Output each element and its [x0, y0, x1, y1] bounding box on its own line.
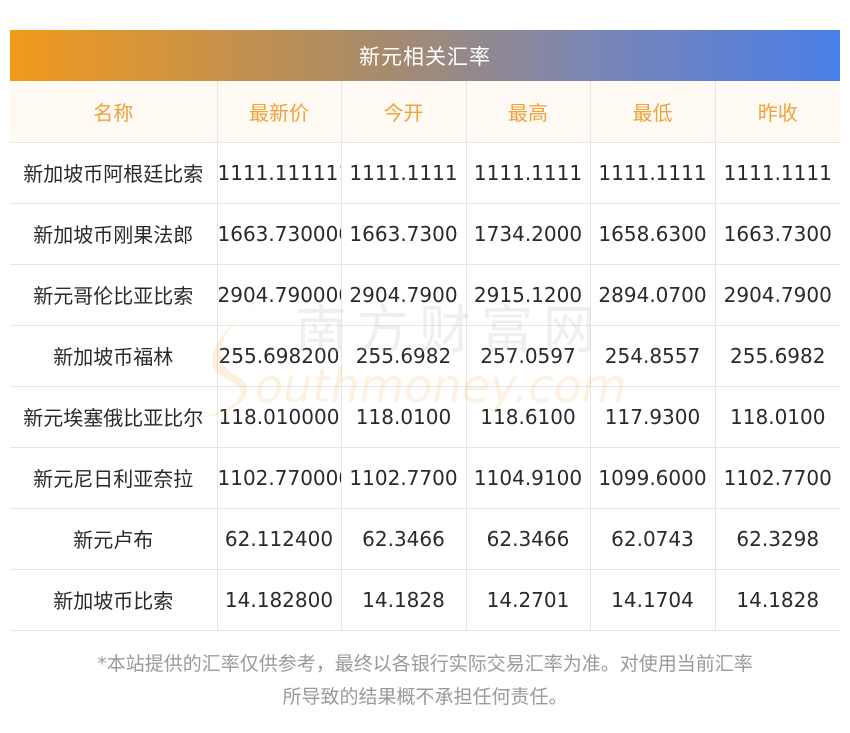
currency-name: 新加坡币阿根廷比索: [10, 142, 218, 204]
open-price: 14.1828: [341, 569, 467, 631]
low-price: 2894.0700: [590, 264, 716, 326]
disclaimer: *本站提供的汇率仅供参考，最终以各银行实际交易汇率为准。对使用当前汇率 所导致的…: [0, 648, 850, 714]
currency-name: 新加坡币福林: [10, 325, 218, 387]
exchange-rate-card: 新元相关汇率 名称 最新价 今开 最高 最低 昨收 新加坡币阿根廷比索 1111…: [10, 30, 840, 631]
currency-name: 新元尼日利亚奈拉: [10, 447, 218, 509]
open-price: 62.3466: [341, 508, 467, 570]
low-price: 1111.1111: [590, 142, 716, 204]
table-header-row: 名称 最新价 今开 最高 最低 昨收: [10, 81, 840, 143]
prev-close-price: 1663.7300: [715, 203, 840, 265]
header-low: 最低: [590, 81, 716, 143]
header-latest-price: 最新价: [217, 81, 342, 143]
header-name: 名称: [10, 81, 218, 143]
low-price: 1658.6300: [590, 203, 716, 265]
latest-price: 255.698200: [217, 325, 342, 387]
high-price: 62.3466: [466, 508, 591, 570]
low-price: 14.1704: [590, 569, 716, 631]
latest-price: 14.182800: [217, 569, 342, 631]
high-price: 1734.2000: [466, 203, 591, 265]
prev-close-price: 255.6982: [715, 325, 840, 387]
latest-price: 62.112400: [217, 508, 342, 570]
open-price: 1111.1111: [341, 142, 467, 204]
table-row: 新元埃塞俄比亚比尔 118.010000 118.0100 118.6100 1…: [10, 386, 840, 448]
currency-name: 新元埃塞俄比亚比尔: [10, 386, 218, 448]
header-prev-close: 昨收: [715, 81, 840, 143]
table-row: 新元卢布 62.112400 62.3466 62.3466 62.0743 6…: [10, 508, 840, 570]
prev-close-price: 14.1828: [715, 569, 840, 631]
currency-name: 新加坡币比索: [10, 569, 218, 631]
high-price: 2915.1200: [466, 264, 591, 326]
low-price: 1099.6000: [590, 447, 716, 509]
header-open: 今开: [341, 81, 467, 143]
table-row: 新加坡币福林 255.698200 255.6982 257.0597 254.…: [10, 325, 840, 387]
currency-name: 新元卢布: [10, 508, 218, 570]
latest-price: 2904.790000: [217, 264, 342, 326]
open-price: 255.6982: [341, 325, 467, 387]
exchange-rate-table: 名称 最新价 今开 最高 最低 昨收 新加坡币阿根廷比索 1111.111111…: [10, 81, 840, 631]
high-price: 1111.1111: [466, 142, 591, 204]
prev-close-price: 1102.7700: [715, 447, 840, 509]
prev-close-price: 2904.7900: [715, 264, 840, 326]
high-price: 257.0597: [466, 325, 591, 387]
table-row: 新加坡币阿根廷比索 1111.111111 1111.1111 1111.111…: [10, 142, 840, 204]
latest-price: 1111.111111: [217, 142, 342, 204]
low-price: 117.9300: [590, 386, 716, 448]
latest-price: 118.010000: [217, 386, 342, 448]
table-row: 新加坡币刚果法郎 1663.730000 1663.7300 1734.2000…: [10, 203, 840, 265]
header-high: 最高: [466, 81, 591, 143]
low-price: 62.0743: [590, 508, 716, 570]
latest-price: 1102.770000: [217, 447, 342, 509]
high-price: 1104.9100: [466, 447, 591, 509]
prev-close-price: 1111.1111: [715, 142, 840, 204]
table-row: 新元哥伦比亚比索 2904.790000 2904.7900 2915.1200…: [10, 264, 840, 326]
currency-name: 新元哥伦比亚比索: [10, 264, 218, 326]
prev-close-price: 62.3298: [715, 508, 840, 570]
currency-name: 新加坡币刚果法郎: [10, 203, 218, 265]
open-price: 118.0100: [341, 386, 467, 448]
prev-close-price: 118.0100: [715, 386, 840, 448]
table-title: 新元相关汇率: [10, 30, 840, 81]
open-price: 1102.7700: [341, 447, 467, 509]
disclaimer-line-2: 所导致的结果概不承担任何责任。: [282, 686, 568, 708]
open-price: 1663.7300: [341, 203, 467, 265]
high-price: 14.2701: [466, 569, 591, 631]
low-price: 254.8557: [590, 325, 716, 387]
table-row: 新加坡币比索 14.182800 14.1828 14.2701 14.1704…: [10, 569, 840, 631]
open-price: 2904.7900: [341, 264, 467, 326]
disclaimer-line-1: *本站提供的汇率仅供参考，最终以各银行实际交易汇率为准。对使用当前汇率: [97, 653, 753, 675]
table-row: 新元尼日利亚奈拉 1102.770000 1102.7700 1104.9100…: [10, 447, 840, 509]
high-price: 118.6100: [466, 386, 591, 448]
latest-price: 1663.730000: [217, 203, 342, 265]
